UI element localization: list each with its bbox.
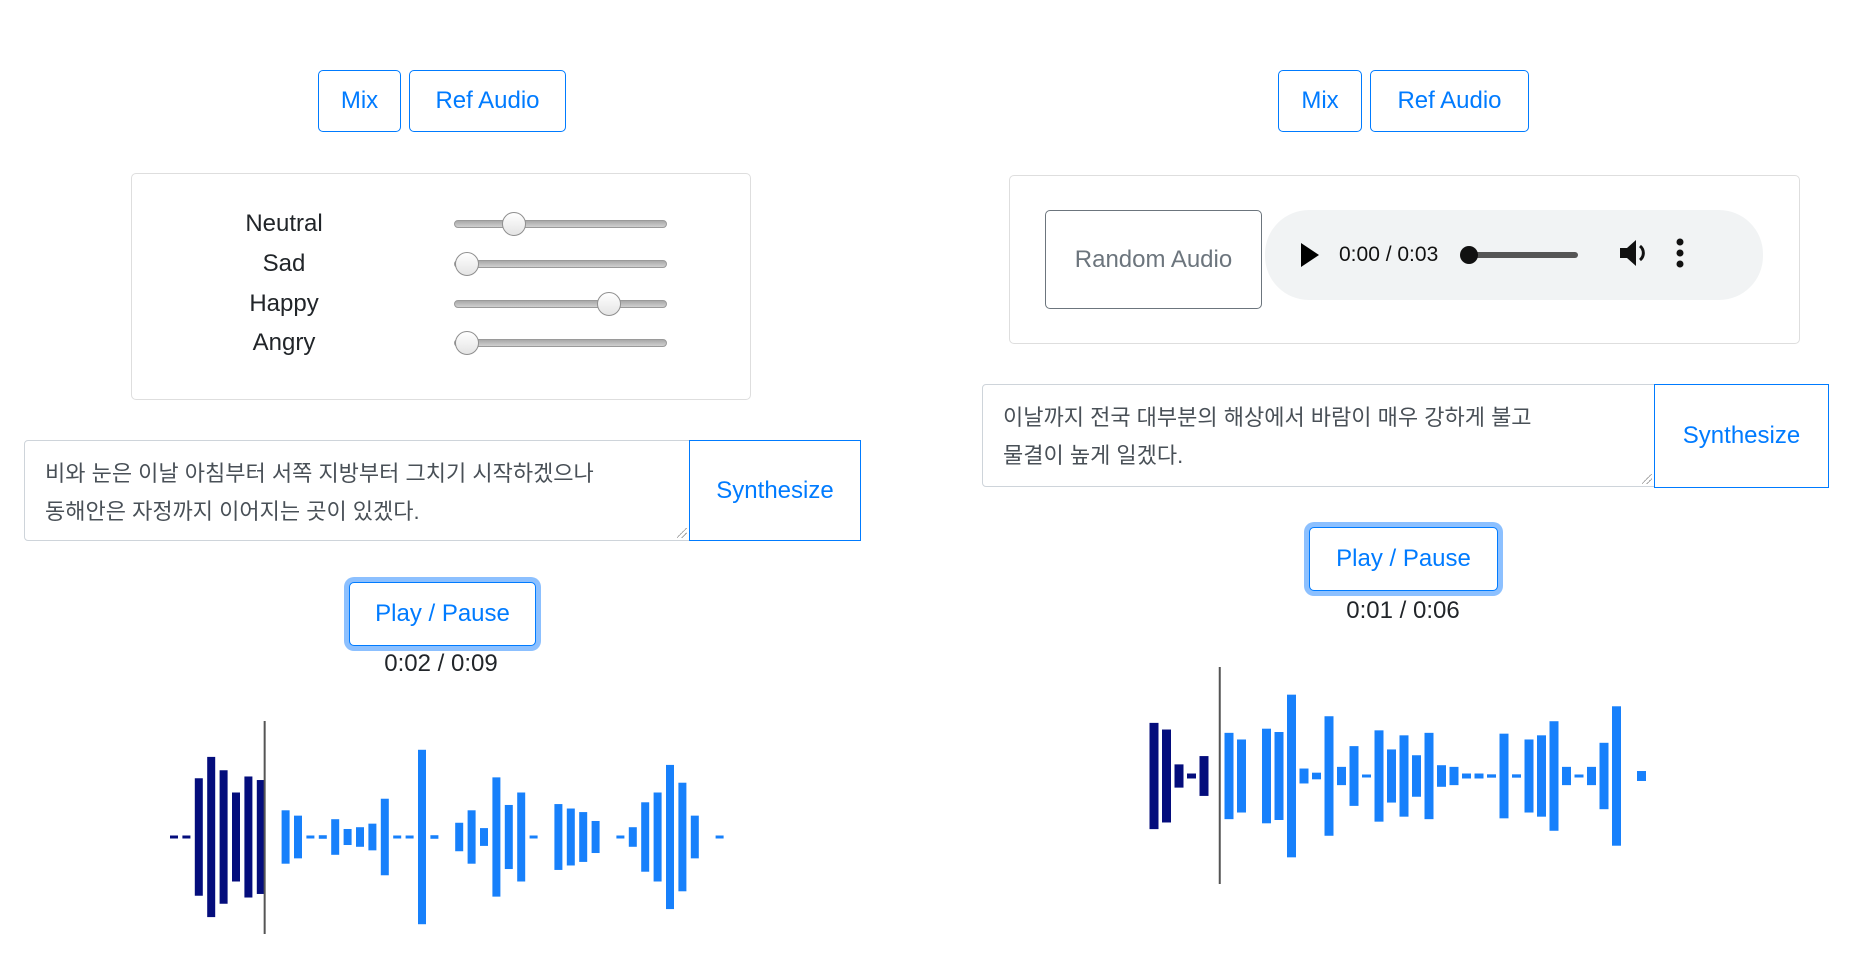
waveform-bar (566, 808, 575, 866)
waveform-bar (1224, 732, 1234, 820)
waveform-bar (418, 749, 426, 925)
waveform-bar (1262, 728, 1271, 824)
waveform-bar (467, 810, 476, 864)
waveform-bar (430, 835, 439, 839)
waveform-bar (455, 822, 464, 852)
waveforms[interactable] (0, 0, 1856, 960)
waveform-bar (554, 804, 563, 870)
waveform-bar (1174, 764, 1184, 788)
waveform-bar (1437, 765, 1446, 787)
waveform-bar (1537, 735, 1546, 817)
waveform-bar (331, 819, 340, 855)
waveform-bar (294, 815, 302, 859)
waveform-bar (405, 835, 414, 839)
waveform-bar (715, 835, 724, 839)
waveform-bar (641, 802, 650, 872)
waveform-bar (1324, 716, 1334, 836)
waveform-bar (1562, 766, 1571, 786)
waveform-bar (1199, 756, 1209, 796)
waveform-bar (368, 823, 377, 851)
waveform-bar (504, 804, 513, 870)
waveform-bar (1349, 746, 1359, 806)
waveform-bar (517, 792, 526, 882)
waveform-bar (182, 835, 191, 839)
waveform-bar (1449, 766, 1459, 786)
waveform-bar (628, 827, 637, 847)
waveform-bar (1387, 749, 1396, 803)
waveform-bar (492, 777, 501, 897)
waveform-bar (380, 798, 389, 876)
waveform-bar (1149, 722, 1159, 830)
waveform-bar (1474, 773, 1484, 779)
waveform-bar (219, 770, 228, 904)
waveform-bar (529, 835, 538, 839)
waveform-bar (1362, 774, 1371, 778)
waveform-bar (678, 782, 687, 892)
waveform-bar (1637, 771, 1646, 781)
waveform-bar (1512, 774, 1521, 778)
waveform-bar (306, 835, 315, 839)
waveform-bar (591, 820, 600, 854)
waveform-bar (480, 828, 488, 846)
waveform-bar (1462, 773, 1471, 779)
waveform-bar (1424, 732, 1434, 820)
waveform-bar (616, 835, 625, 839)
waveform-bar (653, 792, 662, 882)
waveform-bar (1599, 742, 1609, 810)
waveform-bar (244, 776, 253, 898)
waveform-bar (1287, 694, 1296, 858)
waveform-bar (207, 756, 216, 918)
waveform-bar (194, 778, 203, 896)
waveform-bar (170, 835, 178, 839)
waveform-bar (393, 835, 402, 839)
waveform-bar (343, 828, 352, 846)
waveform-bar (1374, 730, 1384, 822)
waveform-bar (1574, 774, 1584, 778)
waveform-bar (1312, 772, 1321, 780)
waveform-bar (318, 835, 327, 839)
waveform-bar (1337, 766, 1346, 786)
waveform-bar (1399, 735, 1409, 817)
waveform-bar (1587, 766, 1596, 786)
waveform-bar (1299, 768, 1309, 784)
waveform-bar (232, 792, 240, 882)
waveform-bar (690, 815, 699, 859)
waveform-bar (1187, 773, 1196, 779)
waveform-bar (666, 764, 674, 910)
waveform-bar (1274, 732, 1284, 820)
waveform-bar (256, 780, 265, 894)
waveform-bar (579, 812, 588, 862)
waveform-bar (1162, 729, 1171, 823)
waveform-bar (1612, 706, 1621, 846)
waveform-bar (356, 827, 364, 847)
waveform-bar (281, 810, 290, 864)
waveform-bar (1237, 739, 1246, 813)
waveform-bar (1499, 733, 1509, 819)
waveform-bar (1524, 739, 1534, 813)
waveform-bar (1487, 774, 1496, 778)
waveform-bar (1412, 755, 1421, 797)
waveform-bar (1549, 721, 1559, 831)
